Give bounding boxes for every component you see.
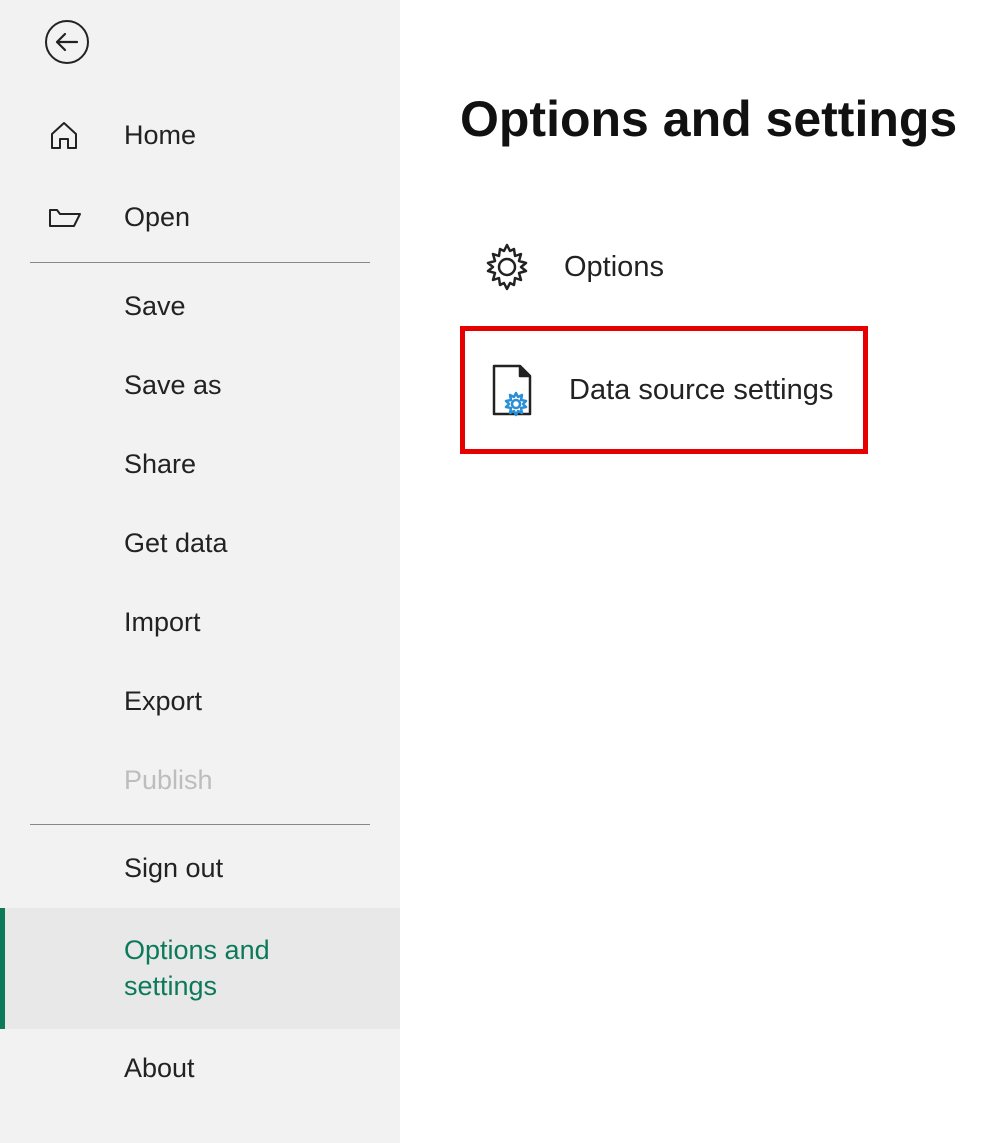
sidebar-label: Export	[124, 686, 202, 717]
option-label: Options	[564, 251, 664, 284]
sidebar-label: Save as	[124, 370, 222, 401]
gear-icon	[478, 238, 536, 296]
sidebar-item-about[interactable]: About	[0, 1029, 400, 1108]
sidebar-label: Import	[124, 607, 201, 638]
sidebar-label: Sign out	[124, 853, 223, 884]
back-button[interactable]	[45, 20, 89, 64]
sidebar-label: Home	[124, 120, 196, 151]
sidebar-label: Publish	[124, 765, 213, 796]
sidebar-label: About	[124, 1053, 195, 1084]
option-options[interactable]: Options	[460, 208, 860, 326]
app-root: Home Open Save Save as Share Get data Im…	[0, 0, 1008, 1143]
sidebar-item-share[interactable]: Share	[0, 425, 400, 504]
folder-open-icon	[48, 200, 86, 234]
sidebar-item-open[interactable]: Open	[0, 176, 400, 258]
sidebar-item-sign-out[interactable]: Sign out	[0, 829, 400, 908]
sidebar-item-publish: Publish	[0, 741, 400, 820]
page-title: Options and settings	[460, 90, 1008, 148]
highlight-annotation: Data source settings	[460, 326, 868, 454]
divider	[30, 824, 370, 825]
sidebar-item-get-data[interactable]: Get data	[0, 504, 400, 583]
sidebar-item-options-settings[interactable]: Options and settings	[0, 908, 400, 1029]
sidebar-label: Save	[124, 291, 186, 322]
document-gear-icon	[483, 361, 541, 419]
file-sidebar: Home Open Save Save as Share Get data Im…	[0, 0, 400, 1143]
sidebar-label: Get data	[124, 528, 228, 559]
home-icon	[48, 118, 86, 152]
sidebar-label: Options and settings	[124, 932, 324, 1005]
sidebar-label: Open	[124, 202, 190, 233]
sidebar-item-save[interactable]: Save	[0, 267, 400, 346]
arrow-left-icon	[55, 32, 79, 52]
divider	[30, 262, 370, 263]
sidebar-item-export[interactable]: Export	[0, 662, 400, 741]
sidebar-label: Share	[124, 449, 196, 480]
main-panel: Options and settings Options	[400, 0, 1008, 1143]
option-data-source-settings[interactable]: Data source settings	[465, 331, 863, 449]
sidebar-item-import[interactable]: Import	[0, 583, 400, 662]
sidebar-item-home[interactable]: Home	[0, 94, 400, 176]
sidebar-item-save-as[interactable]: Save as	[0, 346, 400, 425]
option-label: Data source settings	[569, 374, 833, 407]
